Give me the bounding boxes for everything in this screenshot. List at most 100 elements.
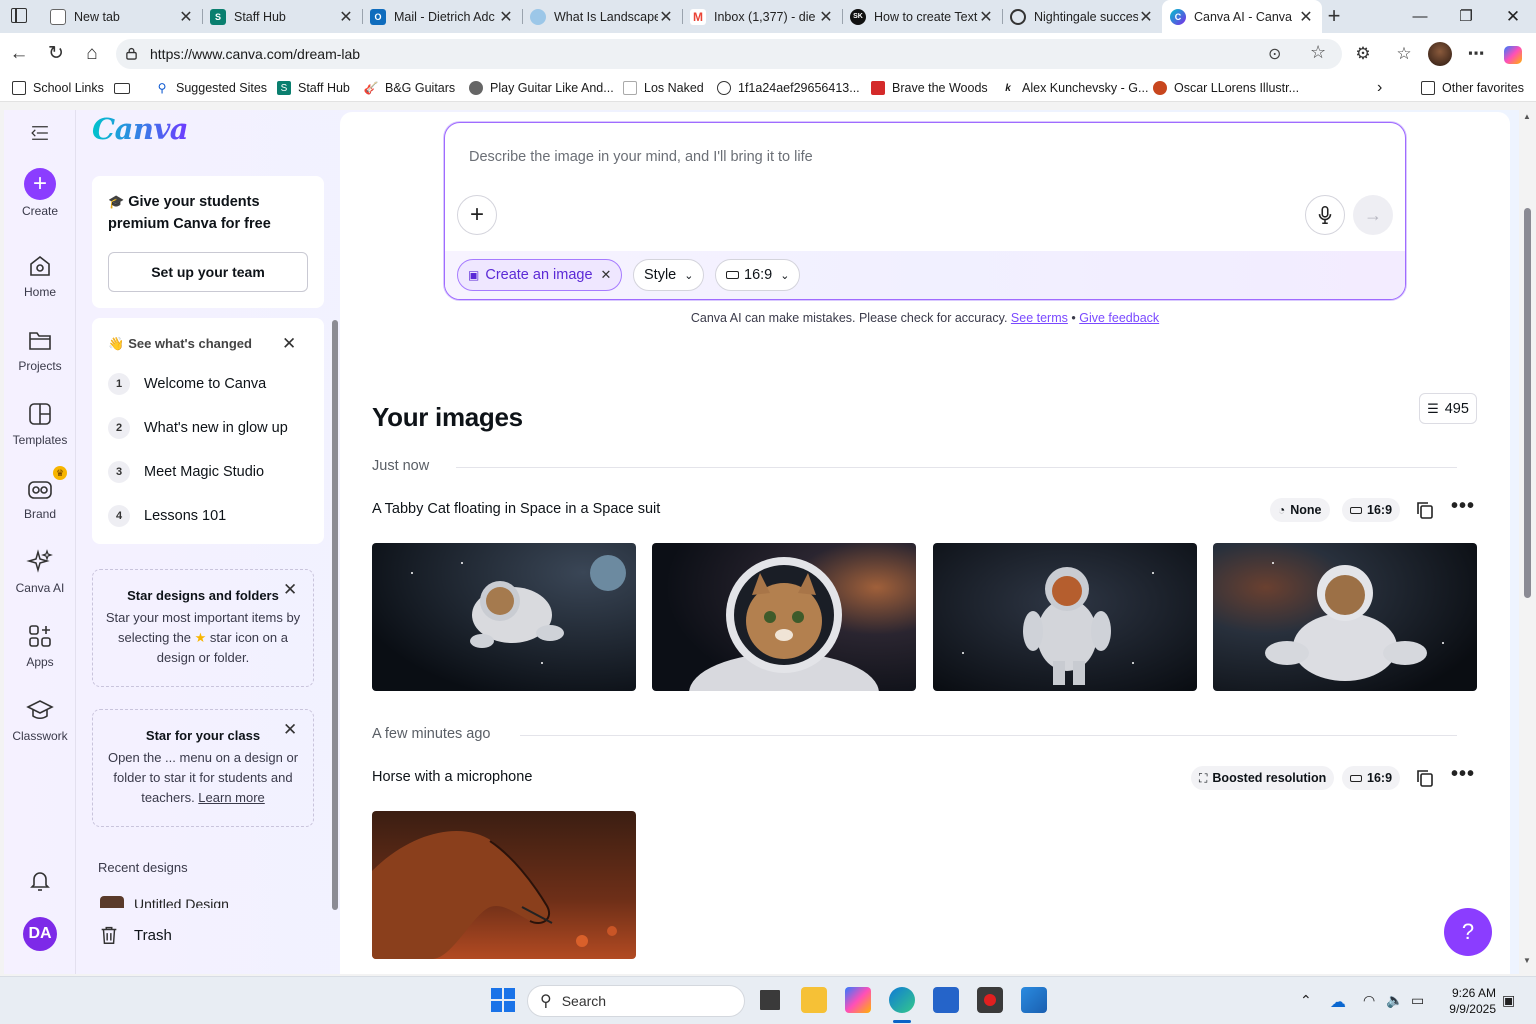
tab-mail[interactable]: O Mail - Dietrich Adc ✕ <box>362 0 522 33</box>
bookmark-reader[interactable] <box>114 79 137 97</box>
tab-inbox[interactable]: M Inbox (1,377) - die ✕ <box>682 0 842 33</box>
clock[interactable]: 9:26 AM 9/9/2025 <box>1440 985 1496 1017</box>
scroll-down-icon[interactable]: ▼ <box>1523 956 1531 965</box>
learn-more-link[interactable]: Learn more <box>198 790 264 805</box>
scrollbar-thumb[interactable] <box>1524 208 1531 598</box>
send-button[interactable]: → <box>1353 195 1393 235</box>
generated-image[interactable] <box>652 543 916 691</box>
tab-canva-ai[interactable]: C Canva AI - Canva ✕ <box>1162 0 1322 33</box>
bookmark-hash[interactable]: 1f1a24aef29656413... <box>717 79 860 97</box>
task-view-icon[interactable] <box>757 987 783 1013</box>
profile-avatar[interactable] <box>1428 42 1452 66</box>
step-item[interactable]: 1 Welcome to Canva <box>108 373 266 395</box>
home-icon[interactable]: ⌂ <box>79 41 105 67</box>
chevron-up-icon[interactable]: ⌃ <box>1300 992 1312 1009</box>
close-icon[interactable]: ✕ <box>978 7 994 27</box>
edge-icon[interactable] <box>889 987 915 1013</box>
file-explorer-icon[interactable] <box>801 987 827 1013</box>
copy-icon[interactable] <box>1414 767 1436 789</box>
create-button[interactable]: + Create <box>4 168 76 218</box>
style-dropdown[interactable]: Style ⌄ <box>633 259 705 291</box>
maximize-icon[interactable]: ❐ <box>1443 0 1489 33</box>
rail-item-templates[interactable]: Templates <box>4 400 76 447</box>
close-icon[interactable]: ✕ <box>601 267 612 283</box>
new-tab-button[interactable]: + <box>1322 3 1346 29</box>
rail-item-home[interactable]: Home <box>4 252 76 299</box>
more-reading-icon[interactable]: ⊙ <box>1268 44 1281 64</box>
photos-icon[interactable] <box>1021 987 1047 1013</box>
generated-image[interactable] <box>372 811 636 959</box>
bookmark-alex-kunchevsky[interactable]: k Alex Kunchevsky - G... <box>1001 79 1148 97</box>
notifications-button[interactable] <box>4 866 76 899</box>
generated-image[interactable] <box>372 543 636 691</box>
rail-item-brand[interactable]: Brand <box>4 474 76 521</box>
bookmark-staff-hub[interactable]: S Staff Hub <box>277 79 350 97</box>
refresh-icon[interactable]: ↻ <box>43 41 69 67</box>
tab-how-to[interactable]: SK How to create Text ✕ <box>842 0 1002 33</box>
onedrive-icon[interactable]: ☁ <box>1330 992 1346 1012</box>
generated-image[interactable] <box>1213 543 1477 691</box>
favorites-icon[interactable]: ☆ <box>1391 41 1417 67</box>
close-icon[interactable]: ✕ <box>658 7 674 27</box>
favorite-star-icon[interactable]: ☆ <box>1310 42 1326 63</box>
close-icon[interactable]: ✕ <box>338 7 354 27</box>
microphone-button[interactable] <box>1305 195 1345 235</box>
extensions-icon[interactable]: ⚙ <box>1350 41 1376 67</box>
close-icon[interactable]: ✕ <box>282 334 296 354</box>
help-button[interactable]: ? <box>1444 908 1492 956</box>
close-icon[interactable]: ✕ <box>1298 7 1314 27</box>
bookmark-oscar-llorens[interactable]: Oscar LLorens Illustr... <box>1153 79 1299 97</box>
volume-icon[interactable]: 🔈 <box>1386 992 1403 1009</box>
chevron-right-icon[interactable]: › <box>1377 79 1382 97</box>
bookmark-play-guitar[interactable]: Play Guitar Like And... <box>469 79 614 97</box>
give-feedback-link[interactable]: Give feedback <box>1079 311 1159 325</box>
more-options-icon[interactable]: ⋯ <box>1463 41 1489 67</box>
set-up-team-button[interactable]: Set up your team <box>108 252 308 292</box>
close-icon[interactable]: ✕ <box>498 7 514 27</box>
tab-new-tab[interactable]: New tab ✕ <box>42 0 202 33</box>
page-scrollbar[interactable]: ▲ ▼ <box>1519 110 1536 974</box>
see-terms-link[interactable]: See terms <box>1011 311 1068 325</box>
back-icon[interactable]: ← <box>6 41 32 67</box>
tab-nightingale[interactable]: Nightingale succes ✕ <box>1002 0 1162 33</box>
lock-icon[interactable] <box>125 47 138 60</box>
taskbar-search[interactable]: ⚲ Search <box>527 985 745 1017</box>
close-icon[interactable]: ✕ <box>818 7 834 27</box>
bookmark-los-naked[interactable]: Los Naked <box>623 79 704 97</box>
collapse-menu-button[interactable] <box>4 122 76 149</box>
bookmark-bg-guitars[interactable]: 🎸 B&G Guitars <box>364 79 456 97</box>
trash-button[interactable]: Trash <box>98 924 172 946</box>
step-item[interactable]: 3 Meet Magic Studio <box>108 461 264 483</box>
close-icon[interactable]: ✕ <box>178 7 194 27</box>
more-options-icon[interactable]: ••• <box>1451 763 1475 786</box>
store-icon[interactable] <box>933 987 959 1013</box>
canva-logo[interactable]: Canva <box>92 112 189 146</box>
wifi-icon[interactable]: ◠ <box>1363 992 1375 1009</box>
close-icon[interactable]: ✕ <box>1138 7 1154 27</box>
close-window-icon[interactable]: ✕ <box>1490 0 1536 33</box>
credits-badge[interactable]: ☰ 495 <box>1419 393 1477 424</box>
tab-actions-icon[interactable] <box>11 8 27 23</box>
rail-item-canva-ai[interactable]: Canva AI <box>4 548 76 595</box>
notification-icon[interactable]: ▣ <box>1502 992 1515 1009</box>
scroll-up-icon[interactable]: ▲ <box>1523 112 1531 121</box>
rail-item-projects[interactable]: Projects <box>4 326 76 373</box>
prompt-input[interactable]: Describe the image in your mind, and I'l… <box>469 149 813 165</box>
more-options-icon[interactable]: ••• <box>1451 495 1475 518</box>
url-field[interactable]: https://www.canva.com/dream-lab ⊙ ☆ <box>116 39 1342 69</box>
aspect-ratio-dropdown[interactable]: 16:9 ⌄ <box>715 259 801 291</box>
windows-start-icon[interactable] <box>490 987 516 1013</box>
account-avatar[interactable]: DA <box>23 917 57 951</box>
recent-design-item[interactable]: Untitled Design <box>100 896 300 908</box>
close-icon[interactable]: ✕ <box>283 720 297 740</box>
generated-image[interactable] <box>933 543 1197 691</box>
prompt-box[interactable]: Describe the image in your mind, and I'l… <box>444 122 1406 300</box>
copilot-icon[interactable] <box>1500 41 1526 67</box>
isight-icon[interactable] <box>977 987 1003 1013</box>
rail-item-apps[interactable]: Apps <box>4 622 76 669</box>
tab-staff-hub[interactable]: S Staff Hub ✕ <box>202 0 362 33</box>
close-icon[interactable]: ✕ <box>283 580 297 600</box>
m365-icon[interactable] <box>845 987 871 1013</box>
minimize-icon[interactable]: — <box>1397 0 1443 33</box>
add-attachment-button[interactable]: + <box>457 195 497 235</box>
